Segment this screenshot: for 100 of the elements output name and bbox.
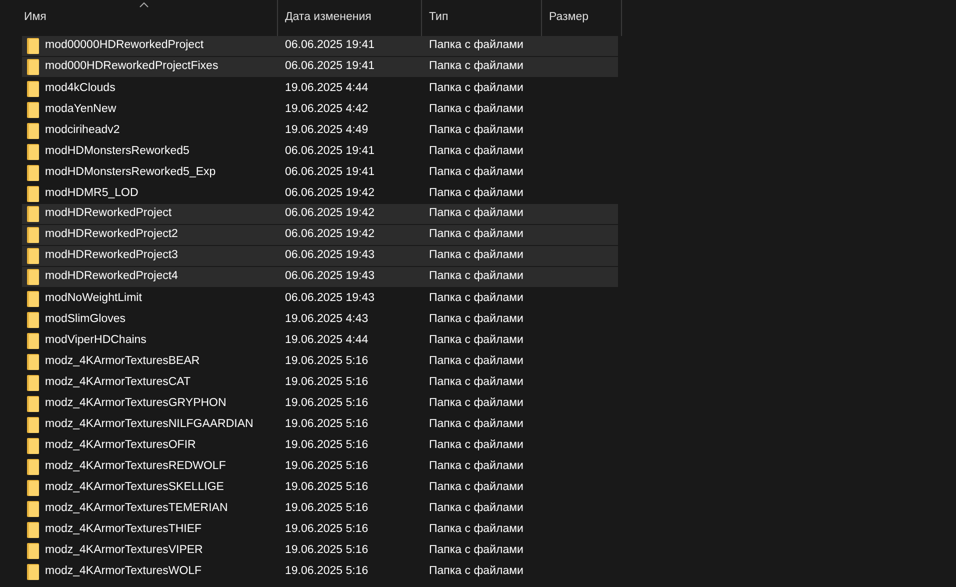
file-row[interactable]: modNoWeightLimit 06.06.2025 19:43 Папка с файлами (22, 288, 618, 309)
date-cell-text: 06.06.2025 19:41 (284, 38, 376, 54)
file-row[interactable]: modciriheadv2 19.06.2025 4:49 Папка с файлами (22, 120, 618, 141)
file-name: modHDMonstersReworked5 (45, 144, 190, 159)
file-name: modHDReworkedProject3 (45, 248, 178, 264)
file-name: modz_4KArmorTexturesCAT (45, 374, 190, 390)
file-row[interactable]: modz_4KArmorTexturesVIPER 19.06.2025 5:16 Папка с файлами (22, 540, 618, 561)
file-row[interactable]: modz_4KArmorTexturesBEAR 19.06.2025 5:16 Папка с файлами (22, 351, 618, 372)
file-name: mod00000HDReworkedProject (45, 38, 204, 54)
file-row[interactable]: modz_4KArmorTexturesSKELLIGE 19.06.2025 5:16 Папка с файлами (22, 477, 618, 498)
date-cell-text: 06.06.2025 19:41 (284, 164, 376, 180)
file-row[interactable]: modHDMonstersReworked5 06.06.2025 19:41 Папка с файлами (22, 141, 618, 162)
file-row[interactable]: modSlimGloves 19.06.2025 4:43 Папка с файлами (22, 309, 618, 330)
file-name: modz_4KArmorTexturesWOLF (45, 564, 202, 579)
type-cell-text: Папка с файлами (428, 269, 524, 284)
date-cell-text: 19.06.2025 5:16 (284, 564, 370, 579)
folder-icon (27, 564, 39, 580)
date-cell-text: 06.06.2025 19:42 (284, 206, 376, 222)
file-name: modHDReworkedProject2 (45, 227, 178, 242)
type-cell-text: Папка с файлами (428, 144, 524, 159)
file-name: modciriheadv2 (45, 122, 120, 138)
date-cell-text: 06.06.2025 19:43 (284, 248, 376, 264)
file-row[interactable]: modHDMonstersReworked5_Exp 06.06.2025 19:41 Папка с файлами (22, 162, 618, 183)
file-name: mod000HDReworkedProjectFixes (45, 59, 218, 74)
date-cell-text: 19.06.2025 5:16 (284, 480, 370, 495)
folder-icon (27, 227, 39, 243)
folder-icon (27, 332, 39, 348)
file-row[interactable]: modHDReworkedProject3 06.06.2025 19:43 Папка с файлами (22, 246, 618, 267)
date-cell-text: 06.06.2025 19:43 (284, 290, 376, 306)
file-row[interactable]: modViperHDChains 19.06.2025 4:44 Папка с файлами (22, 330, 618, 351)
type-cell-text: Папка с файлами (428, 374, 524, 390)
folder-icon (27, 396, 39, 412)
folder-icon (27, 542, 39, 558)
file-row[interactable]: modz_4KArmorTexturesTHIEF 19.06.2025 5:16 Папка с файлами (22, 519, 618, 540)
date-cell-text: 06.06.2025 19:42 (284, 227, 376, 242)
type-cell-text: Папка с файлами (428, 248, 524, 264)
folder-icon (27, 438, 39, 454)
file-row[interactable]: modz_4KArmorTexturesOFIR 19.06.2025 5:16 Папка с файлами (22, 435, 618, 456)
type-cell-text: Папка с файлами (428, 564, 524, 579)
date-cell-text: 19.06.2025 5:16 (284, 438, 370, 453)
folder-icon (27, 186, 39, 202)
file-row[interactable]: modz_4KArmorTexturesWOLF 19.06.2025 5:16 Папка с файлами (22, 561, 618, 582)
file-name: mod4kClouds (45, 80, 116, 96)
file-row[interactable]: mod4kClouds 19.06.2025 4:44 Папка с файлами (22, 78, 618, 99)
date-cell-text: 19.06.2025 5:16 (284, 354, 370, 369)
folder-icon (27, 416, 39, 432)
folder-icon (27, 38, 39, 54)
file-row[interactable]: modz_4KArmorTexturesREDWOLF 19.06.2025 5:16 Папка с файлами (22, 456, 618, 477)
type-cell-text: Папка с файлами (428, 312, 524, 327)
type-cell-text: Папка с файлами (428, 290, 524, 306)
folder-icon (27, 480, 39, 496)
date-cell-text: 19.06.2025 4:49 (284, 122, 370, 138)
file-row[interactable]: modHDReworkedProject4 06.06.2025 19:43 Папка с файлами (22, 267, 618, 288)
date-cell-text: 19.06.2025 5:16 (284, 396, 370, 411)
file-row[interactable]: modHDReworkedProject 06.06.2025 19:42 Папка с файлами (22, 204, 618, 225)
type-cell-text: Папка с файлами (428, 542, 524, 558)
date-cell-text: 19.06.2025 5:16 (284, 500, 370, 516)
file-row[interactable]: modz_4KArmorTexturesTEMERIAN 19.06.2025 5:16 Папка с файлами (22, 498, 618, 519)
file-name: modz_4KArmorTexturesGRYPHON (45, 396, 226, 411)
folder-icon (27, 522, 39, 538)
type-cell-text: Папка с файлами (428, 458, 524, 474)
file-name: modHDReworkedProject (45, 206, 172, 222)
type-cell-text: Папка с файлами (428, 438, 524, 453)
date-cell-text: 19.06.2025 4:44 (284, 80, 370, 96)
file-row[interactable]: modz_4KArmorTexturesGRYPHON 19.06.2025 5:16 Папка с файлами (22, 393, 618, 414)
type-cell-text: Папка с файлами (428, 396, 524, 411)
date-cell-text: 19.06.2025 4:44 (284, 332, 370, 348)
file-row[interactable]: mod00000HDReworkedProject 06.06.2025 19:41 Папка с файлами (22, 36, 618, 57)
file-name: modHDReworkedProject4 (45, 269, 178, 284)
type-cell-text: Папка с файлами (428, 59, 524, 74)
type-cell-text: Папка с файлами (428, 164, 524, 180)
file-row[interactable]: modaYenNew 19.06.2025 4:42 Папка с файлами (22, 99, 618, 120)
date-cell-text: 19.06.2025 5:16 (284, 374, 370, 390)
type-cell-text: Папка с файлами (428, 38, 524, 54)
date-cell-text: 06.06.2025 19:41 (284, 144, 376, 159)
file-row[interactable]: modHDReworkedProject2 06.06.2025 19:42 Папка с файлами (22, 225, 618, 246)
date-cell-text: 19.06.2025 5:16 (284, 416, 370, 432)
folder-icon (27, 122, 39, 138)
folder-icon (27, 500, 39, 516)
file-name: modViperHDChains (45, 332, 146, 348)
file-row[interactable]: modHDMR5_LOD 06.06.2025 19:42 Папка с файлами (22, 183, 618, 204)
type-cell-text: Папка с файлами (428, 227, 524, 242)
folder-icon (27, 144, 39, 160)
type-cell-text: Папка с файлами (428, 480, 524, 495)
type-cell-text: Папка с файлами (428, 354, 524, 369)
file-name: modz_4KArmorTexturesSKELLIGE (45, 480, 224, 495)
file-name: modHDMonstersReworked5_Exp (45, 164, 216, 180)
file-row[interactable]: modz_4KArmorTexturesCAT 19.06.2025 5:16 Папка с файлами (22, 372, 618, 393)
folder-icon (27, 102, 39, 118)
folder-icon (27, 206, 39, 222)
type-cell-text: Папка с файлами (428, 522, 524, 537)
date-cell-text: 06.06.2025 19:43 (284, 269, 376, 284)
file-name: modz_4KArmorTexturesREDWOLF (45, 458, 226, 474)
date-cell-text: 19.06.2025 5:16 (284, 542, 370, 558)
date-cell-text: 19.06.2025 4:43 (284, 312, 370, 327)
date-cell-text: 19.06.2025 4:42 (284, 102, 370, 117)
file-row[interactable]: modz_4KArmorTexturesNILFGAARDIAN 19.06.2025 5:16 Папка с файлами (22, 414, 618, 435)
date-cell-text: 19.06.2025 5:16 (284, 458, 370, 474)
file-row[interactable]: mod000HDReworkedProjectFixes 06.06.2025 19:41 Папка с файлами (22, 57, 618, 78)
file-name: modz_4KArmorTexturesVIPER (45, 542, 203, 558)
